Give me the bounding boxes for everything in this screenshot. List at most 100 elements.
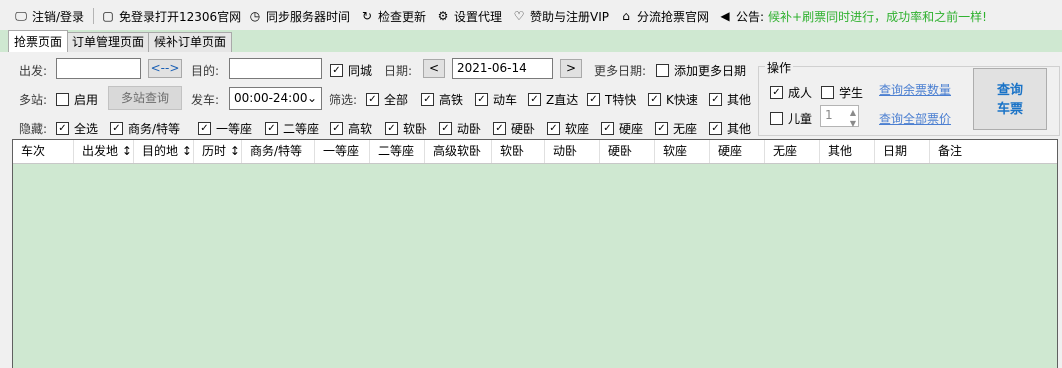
refresh-icon: ↻ xyxy=(361,9,373,23)
chevron-right-icon: > xyxy=(565,61,577,75)
tab-bar: 抢票页面 订单管理页面 候补订单页面 xyxy=(0,30,1062,53)
column-departure[interactable]: 出发地 ↕ xyxy=(74,140,134,163)
depart-time-value: 00:00-24:00 xyxy=(234,91,308,105)
date-input[interactable]: 2021-06-14 xyxy=(452,58,553,79)
stepper-down-icon[interactable]: ▼ xyxy=(850,114,856,133)
column-remarks[interactable]: 备注 xyxy=(930,140,1057,163)
query-button-line1: 查询 xyxy=(996,83,1023,98)
sponsor-vip-label: 赞助与注册VIP xyxy=(530,9,609,24)
sync-time-button[interactable]: ◷ 同步服务器时间 xyxy=(248,7,350,25)
monitor-icon: 🖵 xyxy=(15,8,27,23)
column-second-class[interactable]: 二等座 xyxy=(370,140,425,163)
query-all-prices-link[interactable]: 查询全部票价 xyxy=(879,110,951,127)
add-more-dates-label: 添加更多日期 xyxy=(674,64,747,78)
hide-first-class-checkbox[interactable]: ✓ 一等座 xyxy=(198,120,252,137)
toolbar-separator xyxy=(93,8,94,24)
hide-hard-sleeper-label: 硬卧 xyxy=(511,122,536,136)
filter-other-checkbox[interactable]: ✓ 其他 xyxy=(709,91,751,108)
child-label: 儿童 xyxy=(788,112,813,126)
filter-all-checkbox[interactable]: ✓ 全部 xyxy=(366,91,408,108)
chevron-down-icon: ⌄ xyxy=(306,91,317,105)
hide-soft-sleeper-checkbox[interactable]: ✓ 软卧 xyxy=(385,120,427,137)
adult-label: 成人 xyxy=(788,86,813,100)
from-station-input[interactable] xyxy=(56,58,141,79)
prev-date-button[interactable]: < xyxy=(423,59,445,78)
search-panel: 出发: <--> 目的: ✓ 同城 日期: < 2021-06-14 > 更多日… xyxy=(0,52,1062,138)
multi-station-query-button[interactable]: 多站查询 xyxy=(108,86,182,110)
filter-high-speed-checkbox[interactable]: ✓ 高铁 xyxy=(421,91,463,108)
filter-label: 筛选: xyxy=(329,93,358,107)
column-soft-sleeper[interactable]: 软卧 xyxy=(492,140,545,163)
proxy-settings-button[interactable]: ⚙ 设置代理 xyxy=(436,7,502,25)
gear-icon: ⚙ xyxy=(437,9,449,23)
hide-premium-soft-checkbox[interactable]: ✓ 高软 xyxy=(330,120,372,137)
column-train-number[interactable]: 车次 xyxy=(13,140,74,163)
from-label: 出发: xyxy=(19,64,48,78)
sync-time-label: 同步服务器时间 xyxy=(266,9,351,24)
filter-emu-checkbox[interactable]: ✓ 动车 xyxy=(475,91,517,108)
query-tickets-button[interactable]: 查询 车票 xyxy=(973,68,1047,130)
proxy-settings-label: 设置代理 xyxy=(454,9,503,24)
column-soft-seat[interactable]: 软座 xyxy=(655,140,710,163)
tab-waitlist-orders[interactable]: 候补订单页面 xyxy=(148,32,232,52)
login-logout-button[interactable]: 🖵 注销/登录 xyxy=(14,7,84,25)
filter-other-label: 其他 xyxy=(727,93,752,107)
announcement-label: 公告: xyxy=(736,9,765,24)
column-premium-soft-sleeper[interactable]: 高级软卧 xyxy=(425,140,492,163)
hide-hard-sleeper-checkbox[interactable]: ✓ 硬卧 xyxy=(493,120,535,137)
hide-hard-seat-checkbox[interactable]: ✓ 硬座 xyxy=(601,120,643,137)
column-destination[interactable]: 目的地 ↕ xyxy=(134,140,194,163)
official-site-label: 分流抢票官网 xyxy=(637,9,710,24)
column-date[interactable]: 日期 xyxy=(875,140,930,163)
column-other[interactable]: 其他 xyxy=(820,140,875,163)
hide-emu-sleeper-checkbox[interactable]: ✓ 动卧 xyxy=(439,120,481,137)
hide-first-class-label: 一等座 xyxy=(216,122,253,136)
filter-k-fast-checkbox[interactable]: ✓ K快速 xyxy=(648,91,698,108)
filter-z-direct-checkbox[interactable]: ✓ Z直达 xyxy=(528,91,578,108)
next-date-button[interactable]: > xyxy=(560,59,582,78)
heart-icon: ♡ xyxy=(513,9,525,23)
column-standing[interactable]: 无座 xyxy=(765,140,820,163)
check-update-button[interactable]: ↻ 检查更新 xyxy=(360,7,426,25)
child-count-stepper[interactable]: 1 ▲ ▼ xyxy=(820,105,859,128)
tab-order-management[interactable]: 订单管理页面 xyxy=(67,32,149,52)
open-12306-label: 免登录打开12306官网 xyxy=(119,9,242,24)
grid-header: 车次 出发地 ↕ 目的地 ↕ 历时 ↕ 商务/特等 一等座 二等座 高级软卧 软… xyxy=(13,140,1057,164)
open-12306-button[interactable]: ▢ 免登录打开12306官网 xyxy=(101,7,241,25)
depart-time-select[interactable]: 00:00-24:00 ⌄ xyxy=(229,87,322,110)
tab-grab-tickets[interactable]: 抢票页面 xyxy=(8,30,68,53)
hide-second-class-checkbox[interactable]: ✓ 二等座 xyxy=(265,120,319,137)
date-label: 日期: xyxy=(384,64,413,78)
sponsor-vip-button[interactable]: ♡ 赞助与注册VIP xyxy=(512,7,609,25)
hide-standing-checkbox[interactable]: ✓ 无座 xyxy=(655,120,697,137)
filter-t-express-checkbox[interactable]: ✓ T特快 xyxy=(587,91,636,108)
student-checkbox[interactable]: 学生 xyxy=(821,84,863,101)
hide-label: 隐藏: xyxy=(19,122,48,136)
filter-k-fast-label: K快速 xyxy=(666,93,698,107)
column-duration[interactable]: 历时 ↕ xyxy=(194,140,242,163)
adult-checkbox[interactable]: ✓ 成人 xyxy=(770,84,812,101)
column-hard-sleeper[interactable]: 硬卧 xyxy=(600,140,655,163)
query-remaining-link[interactable]: 查询余票数量 xyxy=(879,81,951,98)
hide-select-all-checkbox[interactable]: ✓ 全选 xyxy=(56,120,98,137)
swap-stations-button[interactable]: <--> xyxy=(148,59,182,78)
official-site-button[interactable]: ⌂ 分流抢票官网 xyxy=(619,7,709,25)
hide-other-checkbox[interactable]: ✓ 其他 xyxy=(709,120,751,137)
same-city-checkbox[interactable]: ✓ 同城 xyxy=(330,62,372,79)
child-count-value: 1 xyxy=(825,108,833,122)
top-toolbar: 🖵 注销/登录 ▢ 免登录打开12306官网 ◷ 同步服务器时间 ↻ 检查更新 … xyxy=(0,0,1062,31)
hide-soft-seat-checkbox[interactable]: ✓ 软座 xyxy=(547,120,589,137)
to-station-input[interactable] xyxy=(229,58,322,79)
home-icon: ⌂ xyxy=(622,9,630,23)
column-emu-sleeper[interactable]: 动卧 xyxy=(545,140,600,163)
hide-business-checkbox[interactable]: ✓ 商务/特等 xyxy=(110,120,180,137)
add-more-dates-checkbox[interactable]: 添加更多日期 xyxy=(656,62,746,79)
column-hard-seat[interactable]: 硬座 xyxy=(710,140,765,163)
column-business[interactable]: 商务/特等 xyxy=(242,140,315,163)
enable-multi-station-checkbox[interactable]: 启用 xyxy=(56,91,98,108)
hide-select-all-label: 全选 xyxy=(74,122,99,136)
announcement-text: 候补+刷票同时进行，成功率和之前一样! xyxy=(768,9,987,24)
child-checkbox[interactable]: 儿童 xyxy=(770,110,812,127)
results-grid[interactable]: 车次 出发地 ↕ 目的地 ↕ 历时 ↕ 商务/特等 一等座 二等座 高级软卧 软… xyxy=(12,139,1058,368)
column-first-class[interactable]: 一等座 xyxy=(315,140,370,163)
